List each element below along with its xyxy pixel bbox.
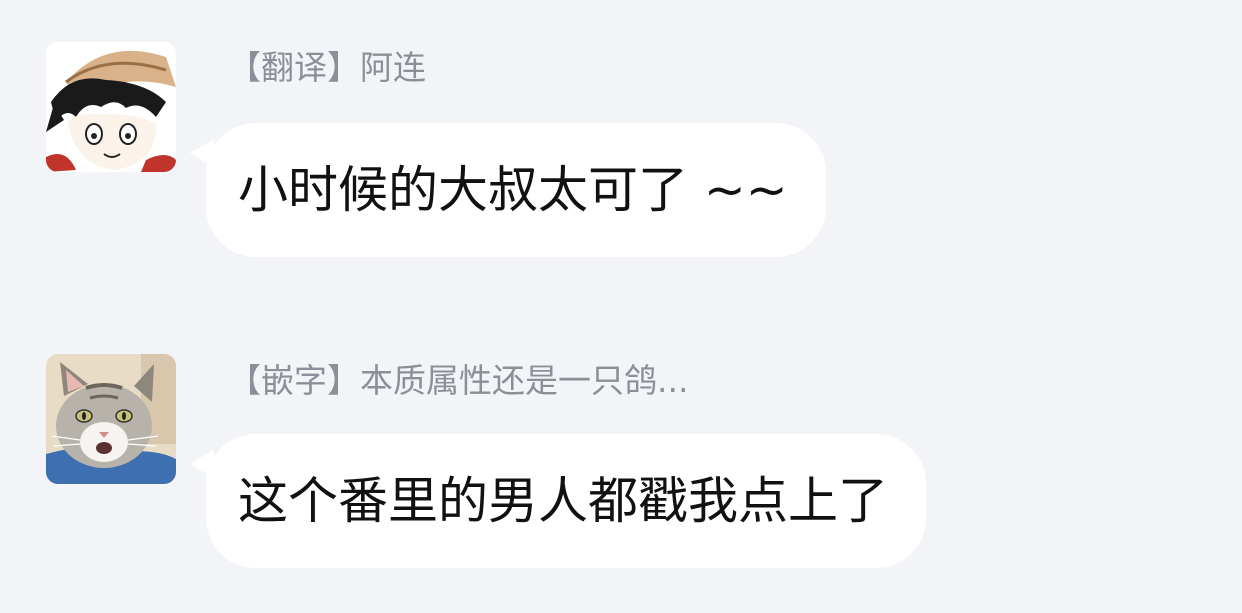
chat-message-2: 【嵌字】本质属性还是一只鸽... 这个番里的男人都戳我点上了: [0, 300, 1242, 613]
avatar[interactable]: [46, 42, 176, 172]
cat-avatar-icon: [46, 354, 176, 484]
message-text: 小时候的大叔太可了 ~~: [238, 161, 788, 219]
sender-name: 【嵌字】本质属性还是一只鸽...: [228, 361, 689, 400]
chat-message-1: 【翻译】阿连 小时候的大叔太可了 ~~: [0, 0, 1242, 300]
message-text: 这个番里的男人都戳我点上了: [238, 472, 888, 530]
anime-boy-avatar-icon: [46, 42, 176, 172]
avatar[interactable]: [46, 354, 176, 484]
message-bubble[interactable]: 小时候的大叔太可了 ~~: [190, 123, 826, 257]
sender-name: 【翻译】阿连: [228, 48, 426, 87]
message-bubble[interactable]: 这个番里的男人都戳我点上了: [190, 434, 926, 568]
bubble-tail: [190, 450, 214, 478]
bubble-tail: [190, 139, 214, 167]
